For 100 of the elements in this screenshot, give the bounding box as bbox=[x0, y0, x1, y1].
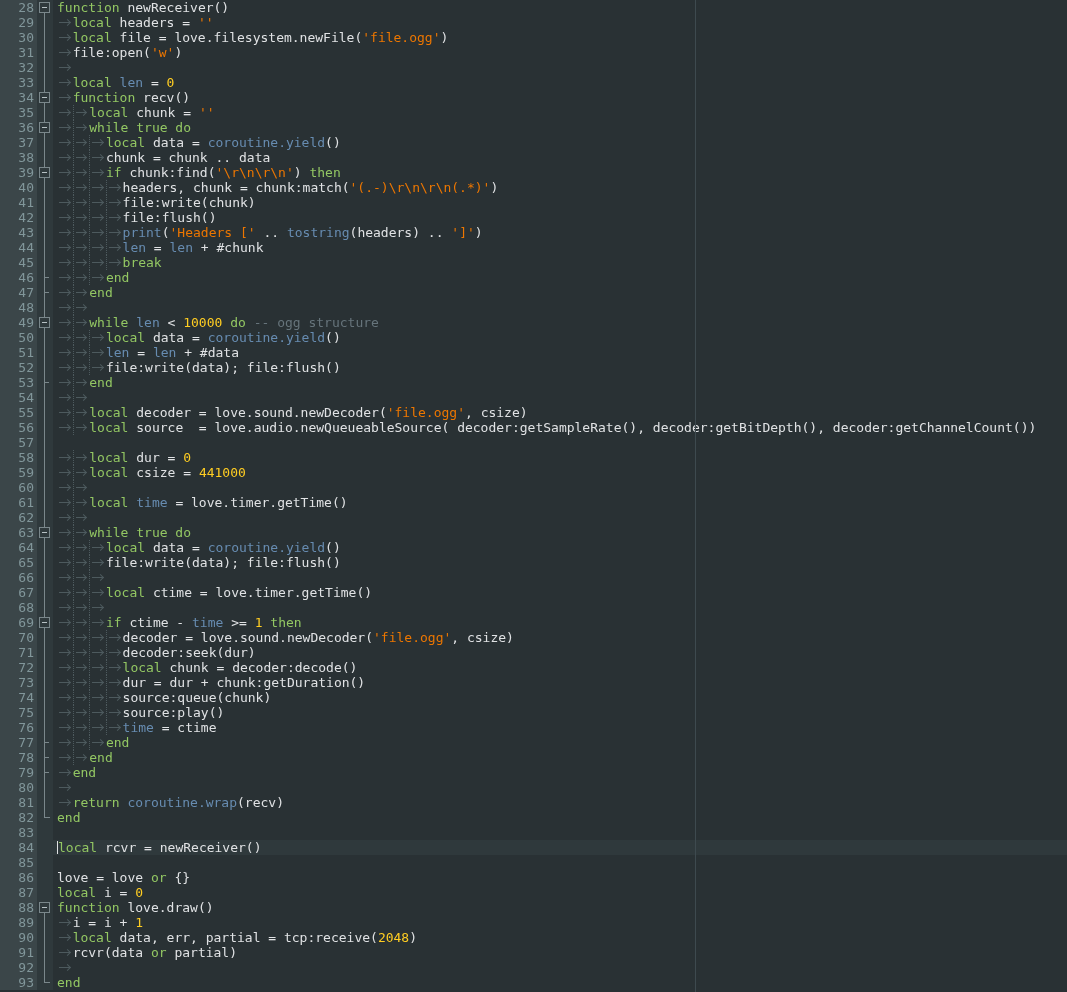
code-line: end bbox=[57, 375, 113, 390]
code-line: file:open('w') bbox=[57, 45, 183, 60]
line-number: 65 bbox=[0, 555, 37, 570]
line-number: 37 bbox=[0, 135, 37, 150]
code-line: decoder = love.sound.newDecoder('file.ogg', csize) bbox=[57, 630, 514, 645]
code-line: decoder:seek(dur) bbox=[57, 645, 256, 660]
code-line: headers, chunk = chunk:match('(.-)\r\n\r\n(.*)') bbox=[57, 180, 499, 195]
line-number: 93 bbox=[0, 975, 37, 990]
code-line: end bbox=[57, 750, 113, 765]
collapse-icon[interactable] bbox=[37, 900, 53, 915]
line-number: 67 bbox=[0, 585, 37, 600]
code-line: local chunk = '' bbox=[57, 105, 215, 120]
line-number: 62 bbox=[0, 510, 37, 525]
code-line: rcvr(data or partial) bbox=[57, 945, 238, 960]
code-line: function newReceiver() bbox=[57, 0, 230, 15]
code-line: dur = dur + chunk:getDuration() bbox=[57, 675, 366, 690]
line-number: 58 bbox=[0, 450, 37, 465]
line-number: 80 bbox=[0, 780, 37, 795]
line-number: 90 bbox=[0, 930, 37, 945]
line-number: 86 bbox=[0, 870, 37, 885]
line-number: 70 bbox=[0, 630, 37, 645]
code-line: function love.draw() bbox=[57, 900, 214, 915]
code-line: local data = coroutine.yield() bbox=[57, 135, 341, 150]
code-line: local dur = 0 bbox=[57, 450, 192, 465]
line-number: 47 bbox=[0, 285, 37, 300]
code-line: function recv() bbox=[57, 90, 191, 105]
code-line: break bbox=[57, 255, 162, 270]
collapse-icon[interactable] bbox=[37, 525, 53, 540]
line-number: 31 bbox=[0, 45, 37, 60]
collapse-icon[interactable] bbox=[37, 315, 53, 330]
code-line: local rcvr = newReceiver() bbox=[58, 840, 262, 855]
line-number: 60 bbox=[0, 480, 37, 495]
code-line: file:write(chunk) bbox=[57, 195, 256, 210]
line-number: 33 bbox=[0, 75, 37, 90]
line-number: 32 bbox=[0, 60, 37, 75]
line-number: 50 bbox=[0, 330, 37, 345]
code-line: len = len + #chunk bbox=[57, 240, 264, 255]
code-line: if chunk:find('\r\n\r\n') then bbox=[57, 165, 341, 180]
line-number: 56 bbox=[0, 420, 37, 435]
code-line: source:play() bbox=[57, 705, 225, 720]
line-number: 55 bbox=[0, 405, 37, 420]
collapse-icon[interactable] bbox=[37, 120, 53, 135]
line-number: 87 bbox=[0, 885, 37, 900]
line-number: 52 bbox=[0, 360, 37, 375]
code-line: local headers = '' bbox=[57, 15, 214, 30]
line-number: 84 bbox=[0, 840, 37, 855]
code-line: file:write(data); file:flush() bbox=[57, 360, 341, 375]
code-line: end bbox=[57, 735, 130, 750]
line-number: 57 bbox=[0, 435, 37, 450]
collapse-icon[interactable] bbox=[37, 90, 53, 105]
line-number: 46 bbox=[0, 270, 37, 285]
line-number: 83 bbox=[0, 825, 37, 840]
line-number: 42 bbox=[0, 210, 37, 225]
line-number: 76 bbox=[0, 720, 37, 735]
line-number: 71 bbox=[0, 645, 37, 660]
line-number: 74 bbox=[0, 690, 37, 705]
line-number: 40 bbox=[0, 180, 37, 195]
code-line: while len < 10000 do -- ogg structure bbox=[57, 315, 379, 330]
line-number: 53 bbox=[0, 375, 37, 390]
line-number: 39 bbox=[0, 165, 37, 180]
line-number: 85 bbox=[0, 855, 37, 870]
line-number: 48 bbox=[0, 300, 37, 315]
line-number: 82 bbox=[0, 810, 37, 825]
line-number: 69 bbox=[0, 615, 37, 630]
code-line: local time = love.timer.getTime() bbox=[57, 495, 348, 510]
line-number: 91 bbox=[0, 945, 37, 960]
line-number: 68 bbox=[0, 600, 37, 615]
code-line: end bbox=[57, 765, 97, 780]
code-line: local csize = 441000 bbox=[57, 465, 246, 480]
code-line: file:write(data); file:flush() bbox=[57, 555, 341, 570]
code-line: end bbox=[57, 285, 113, 300]
code-line: while true do bbox=[57, 525, 192, 540]
code-line: local data, err, partial = tcp:receive(2048) bbox=[57, 930, 418, 945]
collapse-icon[interactable] bbox=[37, 165, 53, 180]
line-number: 73 bbox=[0, 675, 37, 690]
line-number: 78 bbox=[0, 750, 37, 765]
line-number: 88 bbox=[0, 900, 37, 915]
line-number: 59 bbox=[0, 465, 37, 480]
line-number: 72 bbox=[0, 660, 37, 675]
line-number: 38 bbox=[0, 150, 37, 165]
line-number: 34 bbox=[0, 90, 37, 105]
collapse-icon[interactable] bbox=[37, 0, 53, 15]
line-number: 49 bbox=[0, 315, 37, 330]
code-line: chunk = chunk .. data bbox=[57, 150, 271, 165]
code-line: end bbox=[57, 975, 81, 990]
line-number: 45 bbox=[0, 255, 37, 270]
line-number: 54 bbox=[0, 390, 37, 405]
line-number: 43 bbox=[0, 225, 37, 240]
code-line: if ctime - time >= 1 then bbox=[57, 615, 302, 630]
code-line: file:flush() bbox=[57, 210, 217, 225]
code-line: end bbox=[57, 270, 130, 285]
code-line: local chunk = decoder:decode() bbox=[57, 660, 358, 675]
line-number: 29 bbox=[0, 15, 37, 30]
line-number: 63 bbox=[0, 525, 37, 540]
line-number: 64 bbox=[0, 540, 37, 555]
code-line: local decoder = love.sound.newDecoder('file.ogg', csize) bbox=[57, 405, 528, 420]
code-line: local data = coroutine.yield() bbox=[57, 330, 341, 345]
collapse-icon[interactable] bbox=[37, 615, 53, 630]
line-number: 30 bbox=[0, 30, 37, 45]
code-line: local ctime = love.timer.getTime() bbox=[57, 585, 373, 600]
